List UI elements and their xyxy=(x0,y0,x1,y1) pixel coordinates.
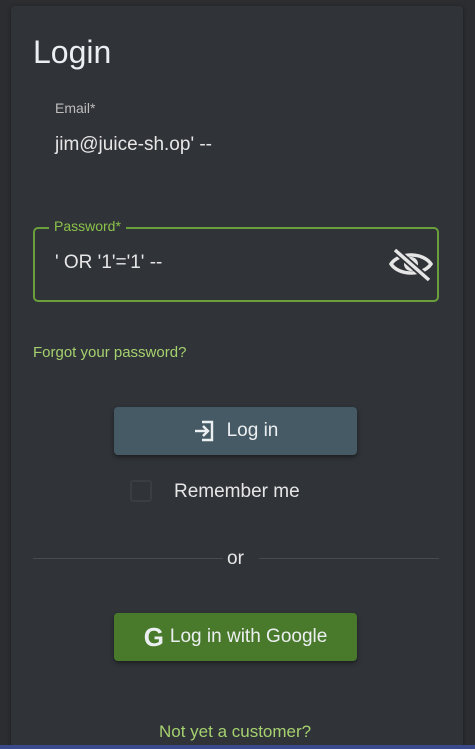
forgot-password-link[interactable]: Forgot your password? xyxy=(33,344,186,361)
email-underline xyxy=(33,182,439,183)
divider-left xyxy=(33,558,223,559)
login-button[interactable]: Log in xyxy=(114,407,357,455)
login-button-label: Log in xyxy=(226,420,279,441)
page-title: Login xyxy=(33,34,112,70)
login-card: Login Email* jim@juice-sh.op' -- Passwor… xyxy=(11,6,463,749)
remember-me-checkbox[interactable] xyxy=(130,480,152,502)
eye-off-icon[interactable] xyxy=(388,246,434,283)
google-icon: G xyxy=(143,622,164,652)
email-field[interactable]: jim@juice-sh.op' -- xyxy=(55,134,212,156)
divider-right xyxy=(259,558,439,559)
google-login-label: Log in with Google xyxy=(169,626,328,647)
password-value[interactable]: ' OR '1'='1' -- xyxy=(55,252,162,274)
email-label: Email* xyxy=(55,100,96,116)
remember-me-label[interactable]: Remember me xyxy=(174,481,300,503)
bottom-bar xyxy=(0,745,475,749)
divider-text: or xyxy=(227,548,244,569)
login-icon xyxy=(194,420,213,442)
register-link[interactable]: Not yet a customer? xyxy=(159,722,311,742)
password-label: Password* xyxy=(49,218,126,234)
google-login-button[interactable]: G Log in with Google xyxy=(114,613,357,661)
